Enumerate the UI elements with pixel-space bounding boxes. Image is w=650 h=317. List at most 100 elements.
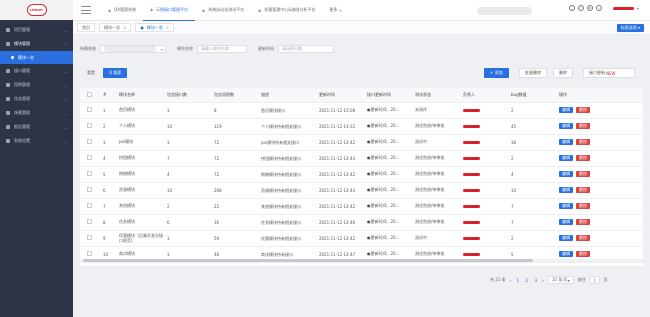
sidebar-item-settings[interactable]: 系统设置 ⌄ <box>0 134 73 148</box>
row-checkbox-cell[interactable] <box>80 214 100 231</box>
sidebar-item-case[interactable]: 用例管理 ⌄ <box>0 78 73 92</box>
sidebar-item-scene[interactable]: 场景管理 ⌄ <box>0 106 73 120</box>
delete-row-button[interactable]: 删除 <box>576 123 590 129</box>
column-header[interactable]: 更新时间 <box>316 88 364 103</box>
row-checkbox-cell[interactable] <box>80 150 100 167</box>
column-header[interactable]: bug数量 <box>508 88 556 103</box>
edit-button[interactable]: 编辑 <box>559 187 573 193</box>
delete-row-button[interactable]: 删除 <box>576 251 590 257</box>
row-checkbox[interactable] <box>87 235 92 240</box>
row-checkbox-cell[interactable] <box>80 230 100 247</box>
delete-button[interactable]: 删除 <box>553 68 573 78</box>
chevron-down-icon[interactable]: ▾ <box>637 6 639 11</box>
row-checkbox[interactable] <box>87 123 92 128</box>
tag-module-list-active[interactable]: ● 模块一览 × <box>135 23 175 32</box>
page-number[interactable]: 1 <box>515 278 520 283</box>
header-tab-quality[interactable]: ◆ 质量管理中心&缺陷分析平台 <box>251 0 322 21</box>
row-checkbox[interactable] <box>87 139 92 144</box>
column-header[interactable]: 包含接口数 <box>164 88 211 103</box>
close-icon[interactable]: × <box>166 25 169 30</box>
page-number[interactable]: 3 <box>533 278 538 283</box>
search-button[interactable]: Q 搜索 <box>103 68 127 78</box>
horizontal-scrollbar[interactable] <box>80 259 643 262</box>
delete-row-button[interactable]: 删除 <box>576 187 590 193</box>
sidebar-item-api[interactable]: 接口管理 ⌄ <box>0 64 73 78</box>
reset-button[interactable]: 重置 <box>87 70 95 76</box>
page-number[interactable]: 2 <box>524 278 529 283</box>
tag-options-button[interactable]: 标签选项 ▾ <box>616 24 644 32</box>
edit-button[interactable]: 编辑 <box>559 155 573 161</box>
sidebar-item-project[interactable]: 项目管理 ⌄ <box>0 23 73 37</box>
delete-row-button[interactable]: 删除 <box>576 203 590 209</box>
close-icon[interactable]: × <box>123 25 126 30</box>
column-header[interactable]: 包含用例数 <box>211 88 258 103</box>
row-checkbox[interactable] <box>87 171 92 176</box>
fullscreen-icon[interactable]: ⛶ <box>569 5 575 11</box>
scrollbar-thumb[interactable] <box>83 259 533 262</box>
task-icon <box>6 97 10 101</box>
delete-row-button[interactable]: 删除 <box>576 171 590 177</box>
header-tab-more[interactable]: 更多 ▾ <box>322 0 351 21</box>
help-icon[interactable]: ? <box>578 5 584 11</box>
sidebar-item-report[interactable]: 报告管理 ⌄ <box>0 120 73 134</box>
delete-row-button[interactable]: 删除 <box>576 107 590 113</box>
batch-delete-button[interactable]: 批量删除 <box>519 68 547 78</box>
edit-button[interactable]: 编辑 <box>559 139 573 145</box>
tag-module-list[interactable]: 模块一览 × <box>99 23 132 32</box>
chevron-down-icon: ⌄ <box>64 124 68 130</box>
bell-icon[interactable]: • <box>596 5 602 11</box>
row-checkbox[interactable] <box>87 155 92 160</box>
delete-row-button[interactable]: 删除 <box>576 219 590 225</box>
module-name-input[interactable]: 请输入模块名称 <box>197 45 247 53</box>
delete-row-button[interactable]: 删除 <box>576 155 590 161</box>
api-update-button[interactable]: 接口更新 NEW <box>583 68 635 78</box>
row-checkbox-cell[interactable] <box>80 198 100 215</box>
edit-button[interactable]: 编辑 <box>559 235 573 241</box>
logo[interactable]: CHERRY <box>26 4 47 16</box>
edit-button[interactable]: 编辑 <box>559 123 573 129</box>
delete-row-button[interactable]: 删除 <box>576 139 590 145</box>
project-selector[interactable] <box>477 7 532 15</box>
menu-toggle-icon[interactable] <box>81 6 91 14</box>
header-tab-qa[interactable]: ◆ QA管理系统 <box>101 0 143 21</box>
column-header[interactable]: 模块名称 <box>116 88 164 103</box>
header-tab-automation[interactable]: ◆ 系统自动化测试平台 <box>195 0 251 21</box>
test-status-cell: 未测评 <box>412 102 460 119</box>
user-name[interactable] <box>613 6 634 10</box>
row-checkbox[interactable] <box>87 251 92 256</box>
row-checkbox[interactable] <box>87 107 92 112</box>
row-checkbox[interactable] <box>87 187 92 192</box>
api-count-cell: 7 <box>164 150 211 167</box>
prev-page-button[interactable]: ‹ <box>510 278 512 283</box>
row-checkbox[interactable] <box>87 219 92 224</box>
row-checkbox-cell[interactable] <box>80 134 100 151</box>
header-tab-api-platform[interactable]: ◆ 示例接口管理平台 <box>142 0 196 21</box>
next-page-button[interactable]: › <box>542 278 544 283</box>
add-button[interactable]: + 添加 <box>484 68 509 78</box>
delete-row-button[interactable]: 删除 <box>576 235 590 241</box>
row-checkbox-cell[interactable] <box>80 166 100 183</box>
tag-home[interactable]: 首页 <box>77 23 95 32</box>
edit-button[interactable]: 编辑 <box>559 219 573 225</box>
edit-button[interactable]: 编辑 <box>559 171 573 177</box>
edit-button[interactable]: 编辑 <box>559 203 573 209</box>
edit-button[interactable]: 编辑 <box>559 251 573 257</box>
system-select[interactable]: ▾ <box>100 45 166 53</box>
sidebar-subitem-module-list[interactable]: 模块一览 <box>0 51 73 64</box>
bug-count-cell: 2 <box>508 102 556 119</box>
update-time-picker[interactable]: 请选择日期 <box>278 45 334 53</box>
row-checkbox-cell[interactable] <box>80 102 100 119</box>
row-checkbox-cell[interactable] <box>80 118 100 135</box>
sidebar-item-task[interactable]: 任务管理 ⌄ <box>0 92 73 106</box>
api-update-time-cell: ●更新时间：20… <box>364 198 412 215</box>
row-checkbox[interactable] <box>87 203 92 208</box>
goto-page-input[interactable]: 1 <box>589 276 600 284</box>
header-tab-label: 系统自动化测试平台 <box>208 7 245 12</box>
select-all-checkbox[interactable] <box>80 88 100 103</box>
settings-icon[interactable]: ⚙ <box>587 5 593 11</box>
page-size-select[interactable]: 10 条/页 ▾ <box>547 276 574 284</box>
row-checkbox-cell[interactable] <box>80 182 100 199</box>
sidebar-item-label: 报告管理 <box>14 124 30 129</box>
edit-button[interactable]: 编辑 <box>559 107 573 113</box>
sidebar-item-module[interactable]: 模块管理 ⌃ <box>0 37 73 51</box>
